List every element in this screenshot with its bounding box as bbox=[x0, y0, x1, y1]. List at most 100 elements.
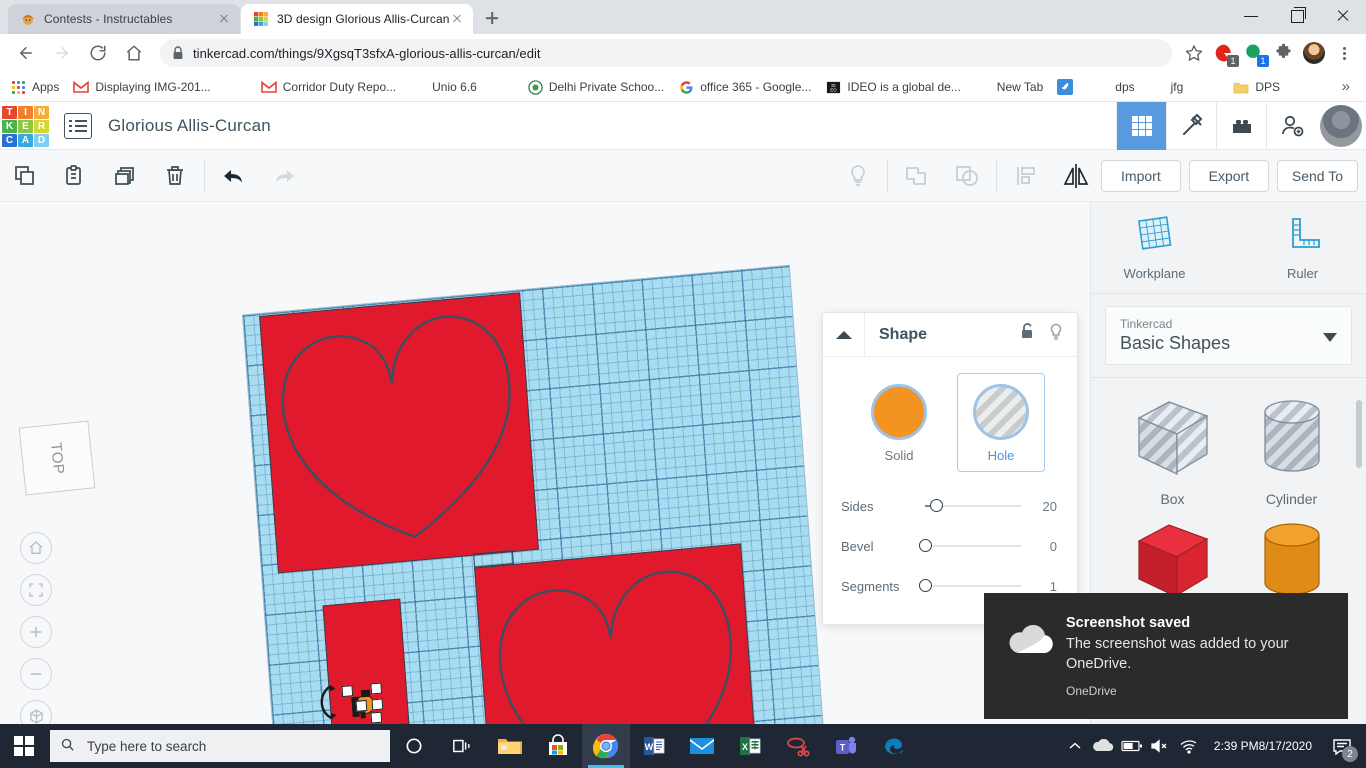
cortana-circle-icon[interactable] bbox=[390, 724, 438, 768]
tab-tinkercad-design[interactable]: 3D design Glorious Allis-Curcan | bbox=[241, 4, 473, 34]
zoom-out-icon[interactable] bbox=[20, 658, 52, 690]
extensions-puzzle-icon[interactable] bbox=[1270, 39, 1298, 67]
reload-button[interactable] bbox=[83, 38, 113, 68]
delete-trash-icon[interactable] bbox=[150, 150, 200, 202]
zoom-in-icon[interactable] bbox=[20, 616, 52, 648]
selected-cylinder[interactable] bbox=[341, 682, 385, 724]
search-input[interactable]: Type here to search bbox=[50, 730, 390, 762]
export-button[interactable]: Export bbox=[1188, 159, 1269, 192]
sidebar-item-workplane[interactable]: Workplane bbox=[1110, 215, 1200, 281]
invite-person-icon[interactable] bbox=[1266, 101, 1316, 150]
resize-handle[interactable] bbox=[370, 682, 383, 695]
close-window-button[interactable] bbox=[1320, 0, 1366, 32]
close-icon[interactable] bbox=[449, 11, 465, 27]
address-bar[interactable]: tinkercad.com/things/9XgsqT3sfxA-gloriou… bbox=[160, 39, 1172, 67]
bookmark-apps[interactable]: Apps bbox=[10, 79, 59, 95]
home-view-icon[interactable] bbox=[20, 532, 52, 564]
chevron-down-icon[interactable] bbox=[1323, 333, 1337, 342]
bookmark-star-icon[interactable] bbox=[1180, 39, 1208, 67]
unlock-icon[interactable] bbox=[1019, 322, 1037, 347]
bricks-icon[interactable] bbox=[1216, 101, 1266, 150]
forward-button[interactable] bbox=[47, 38, 77, 68]
windows-start-icon[interactable] bbox=[0, 724, 48, 768]
slider-value[interactable]: 0 bbox=[1050, 539, 1059, 554]
close-icon[interactable] bbox=[216, 11, 232, 27]
bookmark-jfg[interactable]: jfg bbox=[1149, 79, 1184, 95]
ungroup-icon[interactable] bbox=[942, 150, 992, 202]
3d-canvas[interactable]: TOP Shape Solid Hole Sides 20 Bevel 0 Se… bbox=[0, 202, 1090, 724]
microsoft-word-icon[interactable]: W bbox=[630, 724, 678, 768]
rotation-handle[interactable] bbox=[314, 683, 339, 723]
perspective-toggle-icon[interactable] bbox=[20, 700, 52, 724]
resize-handle[interactable] bbox=[371, 698, 384, 711]
workplane-grid[interactable] bbox=[243, 265, 829, 724]
action-center-icon[interactable]: 2 bbox=[1322, 724, 1362, 768]
group-icon[interactable] bbox=[892, 150, 942, 202]
bookmark-corridor-duty[interactable]: Corridor Duty Repo... bbox=[260, 79, 396, 95]
fit-all-icon[interactable] bbox=[20, 574, 52, 606]
bookmark-new-tab[interactable]: New Tab bbox=[975, 79, 1043, 95]
file-explorer-icon[interactable] bbox=[486, 724, 534, 768]
profile-avatar[interactable] bbox=[1300, 39, 1328, 67]
bookmark-unio[interactable]: Unio 6.6 bbox=[410, 79, 477, 95]
send-to-button[interactable]: Send To bbox=[1276, 159, 1358, 192]
microsoft-excel-icon[interactable]: X bbox=[726, 724, 774, 768]
back-button[interactable] bbox=[11, 38, 41, 68]
paste-icon[interactable] bbox=[50, 150, 100, 202]
copy-icon[interactable] bbox=[0, 150, 50, 202]
lightbulb-icon[interactable] bbox=[1047, 322, 1065, 347]
bookmark-ideo[interactable]: ID EO IDEO is a global de... bbox=[825, 79, 961, 95]
maximize-button[interactable] bbox=[1274, 0, 1320, 32]
slider-value[interactable]: 20 bbox=[1043, 499, 1059, 514]
slider-knob[interactable] bbox=[930, 499, 943, 512]
align-icon[interactable] bbox=[1001, 150, 1051, 202]
resize-handle[interactable] bbox=[341, 685, 354, 698]
bookmark-folder-dps[interactable]: DPS bbox=[1233, 79, 1280, 95]
bookmark-globe-3[interactable] bbox=[1197, 79, 1219, 95]
extension-chat-icon[interactable]: 1 bbox=[1240, 39, 1269, 67]
shape-item-box[interactable]: Box bbox=[1113, 390, 1232, 507]
codeblocks-hammer-icon[interactable] bbox=[1166, 101, 1216, 150]
battery-icon[interactable] bbox=[1118, 740, 1146, 752]
extension-red-icon[interactable]: 1 bbox=[1210, 39, 1239, 67]
undo-icon[interactable] bbox=[209, 150, 259, 202]
tinkercad-logo[interactable]: T I N K E R C A D bbox=[2, 105, 50, 147]
google-chrome-icon[interactable] bbox=[582, 724, 630, 768]
bookmark-dps-lower[interactable]: dps bbox=[1093, 79, 1134, 95]
microsoft-store-icon[interactable] bbox=[534, 724, 582, 768]
collapse-caret-icon[interactable] bbox=[823, 312, 865, 357]
redo-icon[interactable] bbox=[259, 150, 309, 202]
slider-track[interactable] bbox=[925, 499, 1021, 512]
slider-knob[interactable] bbox=[919, 539, 932, 552]
mirror-flip-icon[interactable] bbox=[1051, 150, 1101, 202]
slider-knob[interactable] bbox=[919, 579, 932, 592]
bookmark-displaying-img[interactable]: Displaying IMG-201... bbox=[73, 79, 211, 95]
volume-muted-icon[interactable] bbox=[1146, 739, 1174, 753]
minimize-button[interactable] bbox=[1228, 0, 1274, 32]
solid-option[interactable]: Solid bbox=[855, 373, 943, 472]
import-button[interactable]: Import bbox=[1100, 159, 1181, 192]
home-button[interactable] bbox=[119, 38, 149, 68]
notification-toast[interactable]: Screenshot saved The screenshot was adde… bbox=[984, 593, 1348, 719]
shape-item-cylinder[interactable]: Cylinder bbox=[1232, 390, 1351, 507]
bookmark-blue-bird[interactable] bbox=[1057, 78, 1079, 95]
slider-track[interactable] bbox=[919, 579, 1021, 592]
lightbulb-hint-icon[interactable] bbox=[833, 150, 883, 202]
bookmarks-overflow-button[interactable]: » bbox=[1342, 78, 1356, 95]
slider-track[interactable] bbox=[919, 539, 1021, 552]
tab-contests-instructables[interactable]: Contests - Instructables bbox=[8, 4, 240, 34]
resize-handle[interactable] bbox=[355, 699, 368, 712]
chrome-menu-icon[interactable] bbox=[1330, 39, 1358, 67]
avatar[interactable] bbox=[1316, 102, 1366, 150]
heart-plate-top[interactable] bbox=[259, 292, 539, 574]
projects-menu-icon[interactable] bbox=[64, 112, 92, 139]
bookmark-delhi-private-school[interactable]: Delhi Private Schoo... bbox=[527, 79, 664, 95]
bookmark-office-365[interactable]: office 365 - Google... bbox=[678, 79, 811, 95]
slider-value[interactable]: 1 bbox=[1050, 579, 1059, 594]
resize-handle[interactable] bbox=[370, 711, 383, 724]
sidebar-scrollbar[interactable] bbox=[1356, 400, 1362, 468]
shape-library-picker[interactable]: Tinkercad Basic Shapes bbox=[1105, 306, 1352, 365]
new-tab-button[interactable] bbox=[478, 4, 506, 32]
taskbar-clock[interactable]: 2:39 PM 8/17/2020 bbox=[1204, 739, 1322, 754]
hole-option[interactable]: Hole bbox=[957, 373, 1045, 472]
